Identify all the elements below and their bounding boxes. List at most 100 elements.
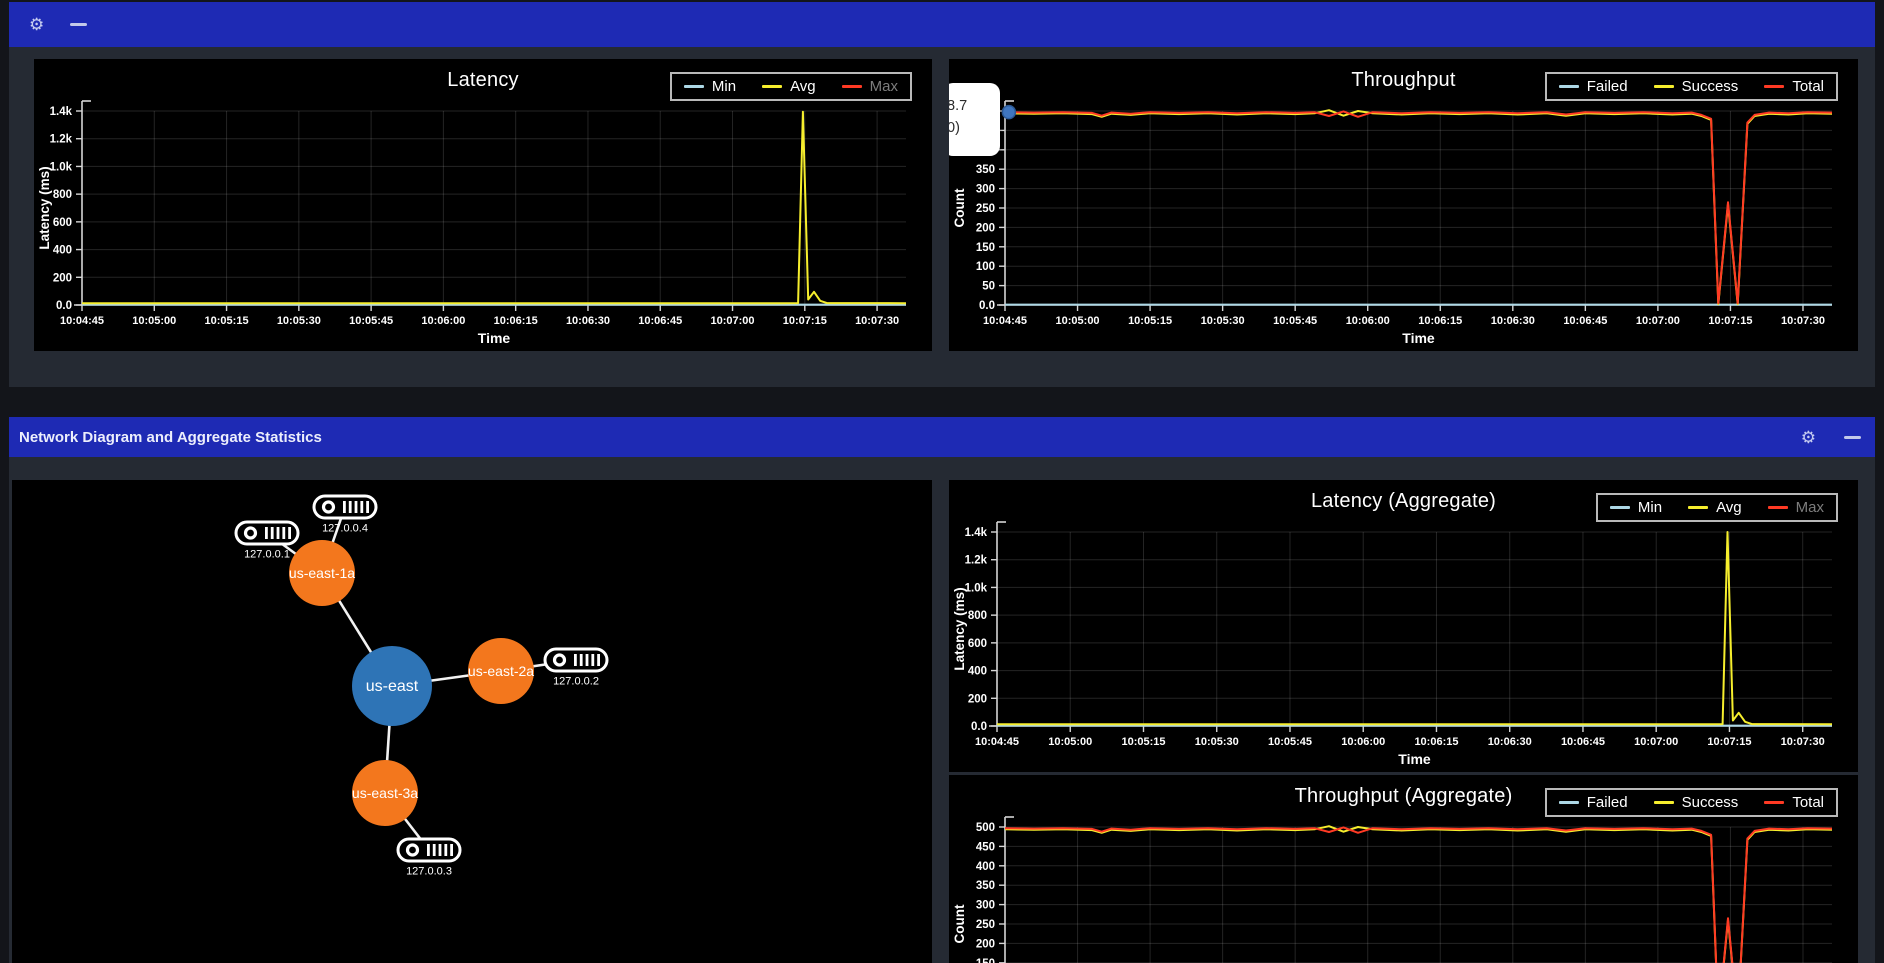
legend-item-success[interactable]: Success	[1654, 78, 1739, 95]
legend-item-min[interactable]: Min	[1610, 499, 1662, 516]
collapse-icon[interactable]	[1844, 436, 1861, 439]
legend-item-failed[interactable]: Failed	[1559, 78, 1628, 95]
legend-swatch	[1610, 506, 1630, 509]
legend-label: Avg	[1716, 499, 1742, 516]
svg-text:10:05:15: 10:05:15	[205, 315, 249, 327]
series-total	[1005, 111, 1832, 303]
svg-text:10:07:00: 10:07:00	[1636, 315, 1680, 327]
server-icon[interactable]: 127.0.0.1	[236, 522, 298, 561]
hover-point-marker	[1002, 106, 1015, 119]
server-icon[interactable]: 127.0.0.4	[314, 496, 376, 535]
server-icon[interactable]: 127.0.0.3	[398, 839, 460, 878]
svg-text:200: 200	[976, 938, 995, 950]
throughput-aggregate-chart-card: Throughput (Aggregate) FailedSuccessTota…	[949, 775, 1858, 963]
svg-text:Time: Time	[1402, 330, 1435, 346]
svg-text:10:06:30: 10:06:30	[1491, 315, 1535, 327]
legend-label: Max	[1796, 499, 1824, 516]
svg-text:200: 200	[53, 272, 72, 284]
legend-label: Total	[1792, 78, 1824, 95]
svg-text:150: 150	[976, 958, 995, 963]
series-total	[1005, 827, 1832, 963]
svg-text:800: 800	[53, 189, 72, 201]
svg-text:10:07:15: 10:07:15	[1707, 736, 1751, 748]
chart-legend: Failed Success Total	[1545, 72, 1838, 101]
throughput-chart-plot[interactable]: 0.05010015020025030035040045050010:04:45…	[949, 59, 1858, 351]
legend-swatch	[1764, 85, 1784, 88]
gear-icon[interactable]: ⚙	[29, 16, 44, 33]
svg-text:10:05:45: 10:05:45	[1268, 736, 1312, 748]
legend-item-max[interactable]: Max	[842, 78, 898, 95]
svg-text:10:05:30: 10:05:30	[1195, 736, 1239, 748]
svg-text:Latency (ms): Latency (ms)	[952, 587, 967, 670]
svg-text:400: 400	[53, 245, 72, 257]
node-label: us-east-2a	[468, 663, 534, 679]
svg-text:50: 50	[982, 281, 995, 293]
svg-text:10:06:15: 10:06:15	[494, 315, 538, 327]
legend-item-avg[interactable]: Avg	[762, 78, 816, 95]
legend-label: Total	[1792, 794, 1824, 811]
legend-item-avg[interactable]: Avg	[1688, 499, 1742, 516]
svg-text:1.4k: 1.4k	[965, 527, 988, 539]
throughput-chart-card: Throughput FailedSuccessTotal 0.05010015…	[949, 59, 1858, 351]
legend-item-max[interactable]: Max	[1768, 499, 1824, 516]
device-ip-label: 127.0.0.4	[322, 523, 368, 535]
legend-swatch	[1559, 85, 1579, 88]
device-ip-label: 127.0.0.1	[244, 549, 290, 561]
legend-swatch	[1559, 801, 1579, 804]
latency-aggregate-plot[interactable]: 0.02004006008001.0k1.2k1.4k10:04:4510:05…	[949, 480, 1858, 772]
svg-text:10:06:00: 10:06:00	[421, 315, 465, 327]
svg-text:10:06:45: 10:06:45	[638, 315, 682, 327]
legend-label: Min	[712, 78, 736, 95]
legend-label: Success	[1682, 78, 1739, 95]
legend-swatch	[762, 85, 782, 88]
latency-chart-plot[interactable]: 0.02004006008001.0k1.2k1.4k10:04:4510:05…	[34, 59, 932, 351]
network-diagram-card: 127.0.0.1 127.0.0.4 127.0.0.2 127.0.0.3 us-e…	[12, 480, 932, 963]
gear-icon[interactable]: ⚙	[1801, 429, 1816, 446]
legend-swatch	[1654, 801, 1674, 804]
panel-network-header: Network Diagram and Aggregate Statistics…	[9, 417, 1875, 457]
legend-item-total[interactable]: Total	[1764, 78, 1824, 95]
node-label: us-east-3a	[352, 785, 418, 801]
legend-swatch	[1768, 506, 1788, 509]
svg-text:300: 300	[976, 900, 995, 912]
svg-text:350: 350	[976, 164, 995, 176]
svg-text:600: 600	[53, 217, 72, 229]
panel-network-aggregate: Network Diagram and Aggregate Statistics…	[9, 417, 1875, 963]
network-node-us-east-3a[interactable]: us-east-3a	[352, 760, 418, 826]
legend-item-total[interactable]: Total	[1764, 794, 1824, 811]
network-diagram[interactable]: 127.0.0.1 127.0.0.4 127.0.0.2 127.0.0.3 us-e…	[12, 480, 932, 963]
legend-label: Max	[870, 78, 898, 95]
legend-swatch	[1764, 801, 1784, 804]
legend-item-success[interactable]: Success	[1654, 794, 1739, 811]
svg-text:Time: Time	[1398, 751, 1431, 767]
svg-text:10:06:00: 10:06:00	[1341, 736, 1385, 748]
svg-text:1.2k: 1.2k	[50, 134, 73, 146]
legend-item-failed[interactable]: Failed	[1559, 794, 1628, 811]
svg-text:Time: Time	[478, 330, 511, 346]
node-label: us-east	[366, 678, 419, 695]
collapse-icon[interactable]	[70, 23, 87, 26]
series-avg	[82, 112, 906, 304]
svg-text:800: 800	[968, 610, 987, 622]
svg-text:10:07:15: 10:07:15	[1708, 315, 1752, 327]
svg-text:100: 100	[976, 261, 995, 273]
tooltip-line: 0)	[949, 117, 996, 139]
chart-legend: Failed Success Total	[1545, 788, 1838, 817]
svg-text:10:06:15: 10:06:15	[1418, 315, 1462, 327]
device-ip-label: 127.0.0.2	[553, 676, 599, 688]
legend-item-min[interactable]: Min	[684, 78, 736, 95]
server-icon[interactable]: 127.0.0.2	[545, 649, 607, 688]
svg-text:10:06:45: 10:06:45	[1563, 315, 1607, 327]
network-node-us-east-1a[interactable]: us-east-1a	[289, 540, 355, 606]
network-node-us-east-2a[interactable]: us-east-2a	[468, 638, 534, 704]
svg-text:10:06:15: 10:06:15	[1414, 736, 1458, 748]
svg-text:10:05:30: 10:05:30	[277, 315, 321, 327]
svg-text:Count: Count	[952, 904, 967, 943]
legend-swatch	[1654, 85, 1674, 88]
svg-text:10:07:15: 10:07:15	[783, 315, 827, 327]
svg-text:1.4k: 1.4k	[50, 106, 73, 118]
network-node-us-east[interactable]: us-east	[352, 646, 432, 726]
svg-text:10:07:30: 10:07:30	[1781, 315, 1825, 327]
svg-text:10:05:00: 10:05:00	[1048, 736, 1092, 748]
legend-label: Success	[1682, 794, 1739, 811]
